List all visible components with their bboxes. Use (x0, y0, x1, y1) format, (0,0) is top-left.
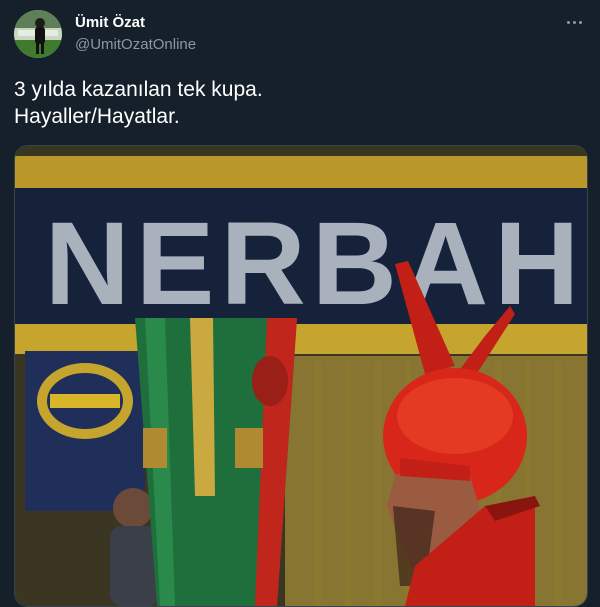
tweet-text-line-1: 3 yılda kazanılan tek kupa. (14, 78, 263, 101)
trophy (135, 318, 297, 606)
banner-text: NERBAH (45, 198, 586, 330)
tweet-text: 3 yılda kazanılan tek kupa. Hayaller/Hay… (14, 76, 574, 130)
tweet-text-line-2: Hayaller/Hayatlar. (14, 105, 180, 128)
user-handle[interactable]: @UmitOzatOnline (75, 35, 196, 55)
tweet-header: Ümit Özat @UmitOzatOnline (14, 10, 586, 60)
tweet-media-photo[interactable]: NERBAH (14, 145, 588, 607)
more-horizontal-icon[interactable] (562, 12, 586, 32)
display-name[interactable]: Ümit Özat (75, 14, 196, 32)
avatar[interactable] (14, 10, 62, 58)
